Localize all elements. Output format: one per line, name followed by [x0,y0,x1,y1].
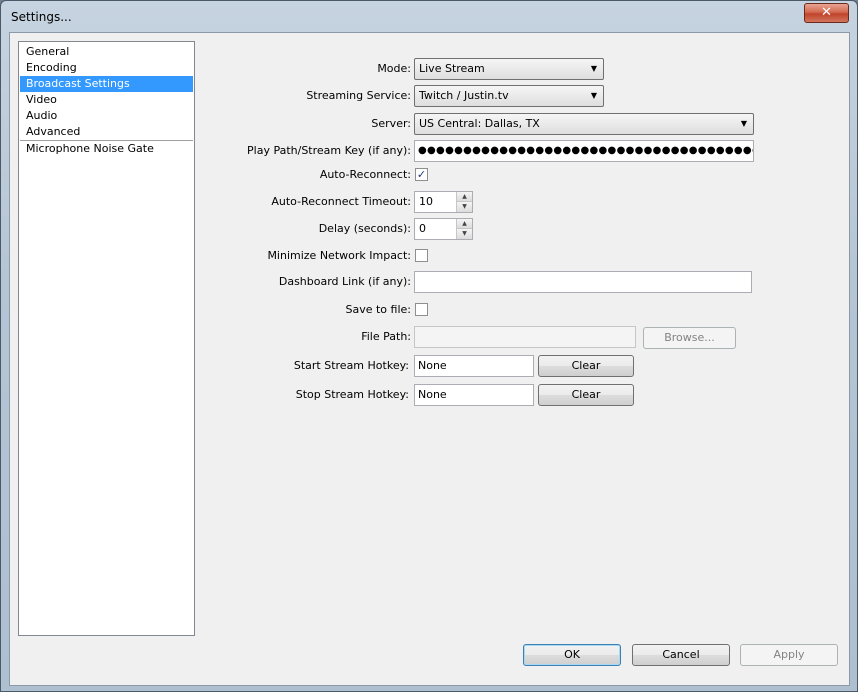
spin-down-icon[interactable]: ▼ [456,202,472,212]
category-encoding[interactable]: Encoding [20,60,193,76]
category-microphone-noise-gate[interactable]: Microphone Noise Gate [20,141,193,157]
cancel-button[interactable]: Cancel [632,644,730,666]
stop-hotkey-input[interactable]: None [414,384,534,406]
dialog-client-area: General Encoding Broadcast Settings Vide… [9,32,850,686]
file-path-label: File Path: [361,330,411,343]
auto-reconnect-timeout-spinbox[interactable]: 10 ▲ ▼ [414,191,473,213]
category-broadcast-settings[interactable]: Broadcast Settings [20,76,193,92]
stop-hotkey-clear-button[interactable]: Clear [538,384,634,406]
spin-up-icon[interactable]: ▲ [456,192,472,202]
close-button[interactable]: ✕ [804,3,849,23]
minimize-network-label: Minimize Network Impact: [267,249,411,262]
stream-key-input[interactable]: ●●●●●●●●●●●●●●●●●●●●●●●●●●●●●●●●●●●●●●●●… [414,140,754,162]
chevron-down-icon: ▼ [740,119,748,128]
delay-value: 0 [419,222,426,235]
settings-window: Settings... ✕ General Encoding Broadcast… [0,0,858,692]
streaming-service-value: Twitch / Justin.tv [419,89,509,102]
minimize-network-checkbox[interactable] [415,249,428,262]
server-value: US Central: Dallas, TX [419,117,540,130]
category-advanced[interactable]: Advanced [20,124,193,140]
file-path-input[interactable] [414,326,636,348]
auto-reconnect-label: Auto-Reconnect: [319,168,411,181]
delay-spinbox[interactable]: 0 ▲ ▼ [414,218,473,240]
dashboard-link-label: Dashboard Link (if any): [278,275,411,288]
streaming-service-label: Streaming Service: [306,89,411,102]
spin-down-icon[interactable]: ▼ [456,229,472,239]
delay-label: Delay (seconds): [318,222,411,235]
settings-category-list[interactable]: General Encoding Broadcast Settings Vide… [18,41,195,636]
category-audio[interactable]: Audio [20,108,193,124]
mode-value: Live Stream [419,62,485,75]
dashboard-link-input[interactable] [414,271,752,293]
close-icon: ✕ [821,5,832,20]
mode-label: Mode: [377,62,411,75]
ok-button[interactable]: OK [523,644,621,666]
streaming-service-dropdown[interactable]: Twitch / Justin.tv ▼ [414,85,604,107]
save-to-file-label: Save to file: [345,303,412,316]
auto-reconnect-timeout-value: 10 [419,195,433,208]
auto-reconnect-timeout-label: Auto-Reconnect Timeout: [271,195,411,208]
title-bar[interactable]: Settings... ✕ [1,1,857,34]
start-hotkey-clear-button[interactable]: Clear [538,355,634,377]
server-dropdown[interactable]: US Central: Dallas, TX ▼ [414,113,754,135]
chevron-down-icon: ▼ [590,91,598,100]
checkmark-icon: ✓ [416,168,427,181]
category-general[interactable]: General [20,44,193,60]
save-to-file-checkbox[interactable] [415,303,428,316]
category-video[interactable]: Video [20,92,193,108]
browse-button[interactable]: Browse... [643,327,736,349]
stream-key-label: Play Path/Stream Key (if any): [247,144,411,157]
start-hotkey-input[interactable]: None [414,355,534,377]
window-title: Settings... [11,10,72,24]
stop-hotkey-label: Stop Stream Hotkey: [295,388,409,401]
server-label: Server: [371,117,411,130]
mode-dropdown[interactable]: Live Stream ▼ [414,58,604,80]
auto-reconnect-checkbox[interactable]: ✓ [415,168,428,181]
spin-up-icon[interactable]: ▲ [456,219,472,229]
chevron-down-icon: ▼ [590,64,598,73]
apply-button[interactable]: Apply [740,644,838,666]
start-hotkey-label: Start Stream Hotkey: [293,359,409,372]
